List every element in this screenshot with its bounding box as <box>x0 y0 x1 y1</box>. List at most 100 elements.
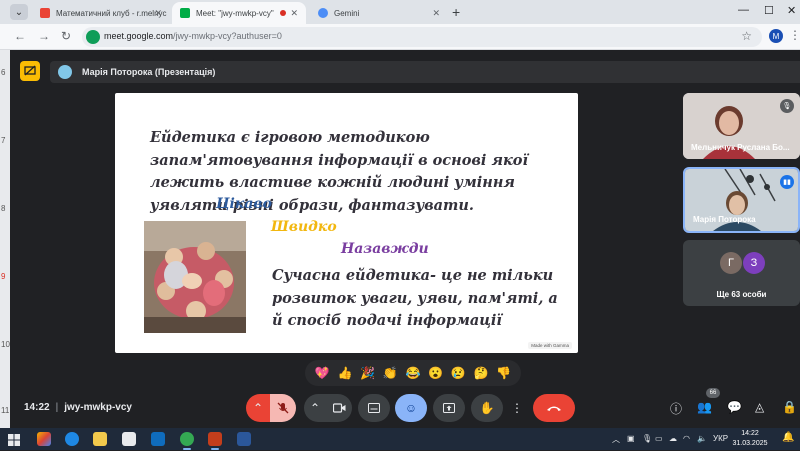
close-window-button[interactable]: ✕ <box>787 4 796 17</box>
gemini-icon <box>318 8 328 18</box>
language-indicator[interactable]: УКР <box>713 434 728 443</box>
meeting-info: 14:22 | jwy-mwkp-vcy <box>24 402 132 413</box>
forward-arrow-icon[interactable]: → <box>38 29 50 43</box>
taskbar-clock[interactable]: 14:22 31.03.2025 <box>732 429 768 449</box>
camera-in-use-icon: ▣ <box>627 434 635 443</box>
video-options-button[interactable]: ⌃ <box>304 394 326 422</box>
more-vert-icon: ⋮ <box>511 401 523 415</box>
close-icon[interactable]: ✕ <box>154 8 162 19</box>
chevron-up-icon: ⌃ <box>309 401 321 415</box>
present-screen-button[interactable] <box>433 394 465 422</box>
camera-icon <box>332 403 345 413</box>
chat-icon[interactable]: 💬 <box>727 400 742 414</box>
raise-hand-button[interactable]: ✋ <box>471 394 503 422</box>
chevron-up-icon: ⌃ <box>252 401 264 415</box>
reaction-sad[interactable]: 😢 <box>451 366 466 380</box>
close-icon[interactable]: ✕ <box>432 8 440 19</box>
new-tab-button[interactable]: + <box>452 4 460 20</box>
wifi-icon[interactable]: ◠ <box>683 434 690 443</box>
profile-avatar[interactable]: M <box>769 29 783 43</box>
people-icon[interactable]: 👥 <box>697 400 712 414</box>
tab-title: Математичний клуб - r.melnyc <box>56 8 167 18</box>
copilot-icon[interactable] <box>37 432 51 446</box>
mic-off-icon: 🎙 <box>780 99 794 113</box>
clock-time: 14:22 <box>741 430 759 437</box>
ruler-number: 6 <box>1 68 6 77</box>
stop-presenting-button[interactable] <box>20 61 40 81</box>
cloud-icon[interactable]: ☁ <box>669 434 677 443</box>
emoji-reactions-button[interactable]: ☺ <box>395 394 427 422</box>
close-icon[interactable]: ✕ <box>290 8 298 19</box>
avatar: Г <box>720 252 742 274</box>
chrome-icon[interactable] <box>180 432 194 446</box>
mic-off-icon <box>277 402 289 414</box>
activities-icon[interactable]: ◬ <box>755 400 764 414</box>
file-explorer-icon[interactable] <box>93 432 107 446</box>
presentation-icon <box>24 65 36 76</box>
participant-tile-active[interactable]: ▮▮ Марія Поторока <box>683 167 800 233</box>
chevron-up-icon[interactable]: ︿ <box>612 434 620 445</box>
more-options-button[interactable]: ⋮ <box>508 394 526 422</box>
background-window-strip: 6 7 8 9 10 11 <box>0 50 10 428</box>
leave-call-button[interactable] <box>533 394 575 422</box>
tab-title: Meet: "jwy-mwkp-vcy" <box>196 8 274 18</box>
windows-start-icon[interactable] <box>8 433 20 446</box>
word-icon[interactable] <box>237 432 251 446</box>
edge-icon[interactable] <box>65 432 79 446</box>
site-info-icon[interactable] <box>86 30 100 44</box>
audio-options-button[interactable]: ⌃ <box>246 394 270 422</box>
participant-name: Мельничук Руслана Бо... <box>691 143 790 152</box>
tab-gemini[interactable]: Gemini ✕ <box>310 2 448 24</box>
tab-math-club[interactable]: Математичний клуб - r.melnyc ✕ <box>32 2 170 24</box>
reactions-bar: 💖 👍 🎉 👏 😂 😮 😢 🤔 👎 <box>305 360 521 386</box>
recording-dot-icon <box>280 10 286 16</box>
participant-count-badge: 66 <box>706 388 720 398</box>
ruler-number: 8 <box>1 204 6 213</box>
meeting-details-icon[interactable]: ⓘ <box>670 400 682 417</box>
speaking-indicator-icon: ▮▮ <box>780 175 794 189</box>
battery-icon[interactable]: ▭ <box>655 434 663 443</box>
outlook-icon[interactable] <box>151 432 165 446</box>
ruler-number: 10 <box>1 340 10 349</box>
reaction-thumbs-down[interactable]: 👎 <box>496 366 511 380</box>
windows-taskbar: ︿ ▣ 🎙 ▭ ☁ ◠ 🔈 УКР 14:22 31.03.2025 🔔 <box>0 428 800 450</box>
address-bar[interactable]: meet.google.com/jwy-mwkp-vcy?authuser=0 … <box>82 27 762 47</box>
reaction-party[interactable]: 🎉 <box>360 366 375 380</box>
tab-search-button[interactable]: ⌄ <box>10 4 28 20</box>
store-icon[interactable] <box>122 432 136 446</box>
reaction-surprised[interactable]: 😮 <box>428 366 443 380</box>
participant-tile[interactable]: 🎙 Мельничук Руслана Бо... <box>683 93 800 159</box>
ruler-number: 9 <box>1 272 6 281</box>
hang-up-icon <box>547 406 561 411</box>
powerpoint-icon[interactable] <box>208 432 222 446</box>
gmail-icon <box>40 8 50 18</box>
reaction-thumbs-up[interactable]: 👍 <box>338 366 353 380</box>
tab-meet[interactable]: Meet: "jwy-mwkp-vcy" ✕ <box>172 2 306 24</box>
browser-menu-icon[interactable]: ⋮ <box>789 28 800 42</box>
bookmark-star-icon[interactable]: ☆ <box>741 29 752 43</box>
clock-date: 31.03.2025 <box>732 440 768 447</box>
volume-icon[interactable]: 🔈 <box>697 434 707 443</box>
more-participants-tile[interactable]: Г З Ще 63 особи <box>683 240 800 306</box>
maximize-button[interactable]: ☐ <box>764 4 774 17</box>
reaction-clap[interactable]: 👏 <box>383 366 398 380</box>
minimize-button[interactable]: — <box>738 4 749 16</box>
made-with-badge[interactable]: Made with Gamma <box>528 342 572 349</box>
slide-word-fast: Швидко <box>271 219 337 235</box>
reaction-laugh[interactable]: 😂 <box>405 366 420 380</box>
present-screen-icon <box>443 403 455 413</box>
children-photo-image <box>144 221 246 333</box>
host-controls-icon[interactable]: 🔒 <box>782 400 797 414</box>
notifications-icon[interactable]: 🔔 <box>782 432 794 443</box>
smile-icon: ☺ <box>404 401 418 415</box>
avatar: З <box>743 252 765 274</box>
meet-stage: Марія Поторока (Презентація) Ейдетика є … <box>10 50 800 428</box>
reaction-thinking[interactable]: 🤔 <box>473 366 488 380</box>
slide-word-interesting: Цікаво <box>216 196 272 212</box>
reaction-heart[interactable]: 💖 <box>315 366 330 380</box>
browser-toolbar: ← → ↻ meet.google.com/jwy-mwkp-vcy?authu… <box>0 24 800 50</box>
reload-icon[interactable]: ↻ <box>61 29 71 43</box>
captions-button[interactable] <box>358 394 390 422</box>
back-arrow-icon[interactable]: ← <box>14 29 26 43</box>
hand-icon: ✋ <box>479 401 495 415</box>
